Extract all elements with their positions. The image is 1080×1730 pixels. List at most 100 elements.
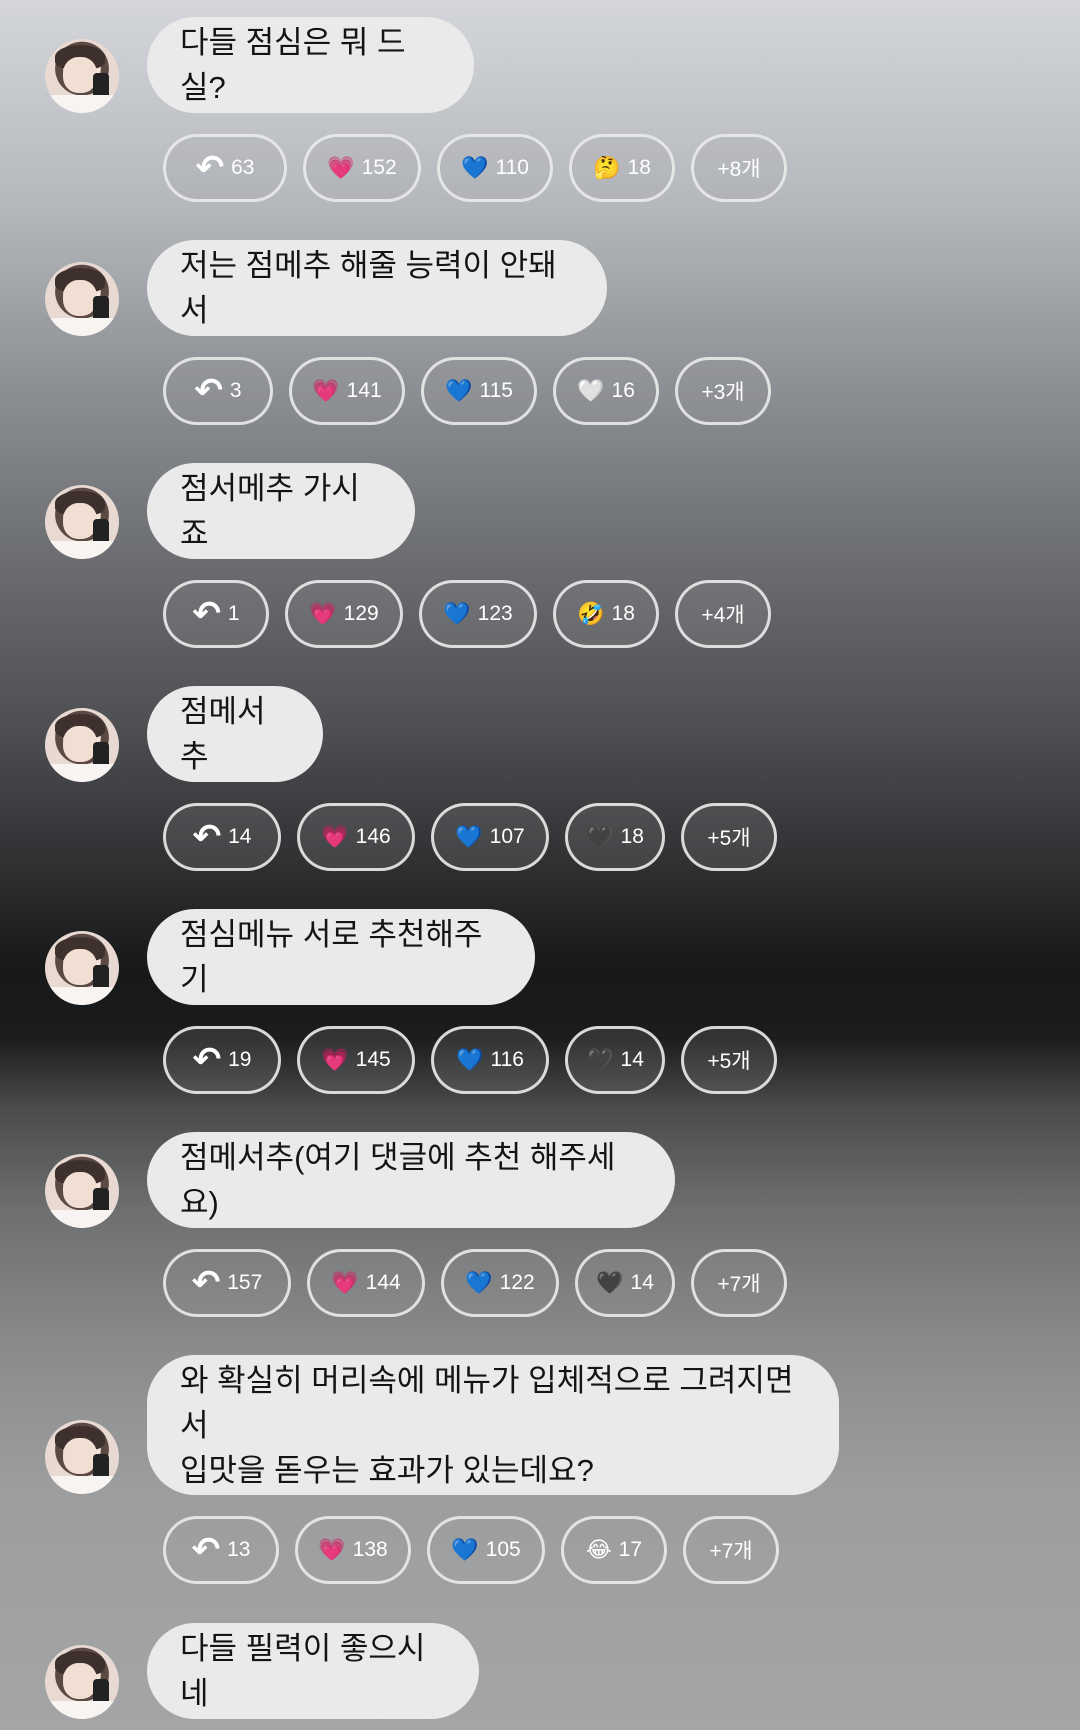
avatar[interactable]: [45, 262, 119, 336]
reaction-count: +7개: [709, 1540, 753, 1563]
reaction-count: 138: [352, 1538, 388, 1561]
reaction-button[interactable]: 💙 105: [427, 1516, 545, 1584]
blue-heart-icon: 💙: [456, 1047, 484, 1072]
reaction-count: 13: [227, 1538, 251, 1561]
reaction-count: +3개: [701, 381, 745, 404]
blue-heart-icon: 💙: [465, 1270, 493, 1295]
reply-icon: ↶: [192, 595, 221, 633]
reaction-count: +8개: [717, 158, 761, 181]
avatar-face: [63, 1172, 97, 1208]
reaction-row: ↶ 157 💗 144 💙 122 🖤 14 +7개: [163, 1249, 787, 1317]
reaction-count: 123: [477, 602, 513, 625]
thinking-face-icon: 🤔: [593, 155, 621, 180]
reaction-button[interactable]: 💗 146: [297, 803, 415, 871]
reply-button[interactable]: ↶ 63: [163, 134, 287, 202]
reaction-button[interactable]: 💗 129: [285, 580, 403, 648]
pink-heart-icon: 💗: [312, 378, 340, 403]
message-bubble[interactable]: 다들 점심은 뭐 드실?: [147, 17, 474, 113]
more-reactions-button[interactable]: +5개: [681, 1026, 777, 1094]
avatar[interactable]: [45, 1645, 119, 1719]
joy-face-icon: 😂: [585, 1537, 612, 1562]
message-bubble[interactable]: 점메서추(여기 댓글에 추천 해주세요): [147, 1132, 675, 1228]
reaction-row: ↶ 1 💗 129 💙 123 🤣 18 +4개: [163, 580, 771, 648]
reply-button[interactable]: ↶ 1: [163, 580, 269, 648]
reaction-count: 14: [228, 825, 252, 848]
black-heart-icon: 🖤: [596, 1270, 624, 1295]
reaction-count: 18: [627, 156, 651, 179]
reaction-button[interactable]: 💗 144: [307, 1249, 425, 1317]
reply-button[interactable]: ↶ 14: [163, 803, 281, 871]
pink-heart-icon: 💗: [321, 824, 349, 849]
reply-button[interactable]: ↶ 19: [163, 1026, 281, 1094]
reaction-button[interactable]: 🤍 16: [553, 357, 659, 425]
reaction-count: 19: [228, 1048, 252, 1071]
avatar-face: [63, 280, 97, 316]
avatar[interactable]: [45, 39, 119, 113]
pink-heart-icon: 💗: [331, 1270, 359, 1295]
reaction-count: 145: [355, 1048, 391, 1071]
reaction-button[interactable]: 🤔 18: [569, 134, 675, 202]
reaction-count: 152: [361, 156, 397, 179]
message-bubble[interactable]: 점서메추 가시죠: [147, 463, 415, 559]
reaction-button[interactable]: 💙 107: [431, 803, 549, 871]
reaction-count: +4개: [701, 604, 745, 627]
reaction-count: 115: [479, 379, 513, 402]
reaction-button[interactable]: 💙 122: [441, 1249, 559, 1317]
reply-icon: ↶: [191, 1531, 221, 1569]
reaction-button[interactable]: 😂 17: [561, 1516, 667, 1584]
avatar[interactable]: [45, 708, 119, 782]
message-text: 다들 필력이 좋으시네: [180, 1631, 426, 1711]
more-reactions-button[interactable]: +4개: [675, 580, 771, 648]
reply-button[interactable]: ↶ 13: [163, 1516, 279, 1584]
reply-icon: ↶: [194, 372, 223, 410]
avatar-shirt: [45, 1210, 119, 1228]
reply-button[interactable]: ↶ 3: [163, 357, 273, 425]
reaction-button[interactable]: 💙 115: [421, 357, 537, 425]
avatar[interactable]: [45, 485, 119, 559]
avatar[interactable]: [45, 931, 119, 1005]
more-reactions-button[interactable]: +3개: [675, 357, 771, 425]
avatar[interactable]: [45, 1154, 119, 1228]
avatar-shirt: [45, 318, 119, 336]
reaction-button[interactable]: 🤣 18: [553, 580, 659, 648]
reaction-count: 105: [485, 1538, 521, 1561]
reaction-count: 110: [495, 156, 529, 179]
reaction-button[interactable]: 💙 110: [437, 134, 553, 202]
avatar[interactable]: [45, 1420, 119, 1494]
message-bubble[interactable]: 점심메뉴 서로 추천해주기: [147, 909, 535, 1005]
reaction-count: +5개: [707, 1050, 751, 1073]
reaction-row: ↶ 19 💗 145 💙 116 🖤 14 +5개: [163, 1026, 777, 1094]
more-reactions-button[interactable]: +8개: [691, 134, 787, 202]
reaction-button[interactable]: 💗 145: [297, 1026, 415, 1094]
reaction-button[interactable]: 🖤 18: [565, 803, 665, 871]
reaction-button[interactable]: 💗 138: [295, 1516, 411, 1584]
reaction-button[interactable]: 🖤 14: [565, 1026, 665, 1094]
reaction-count: 17: [618, 1538, 643, 1561]
blue-heart-icon: 💙: [461, 155, 489, 180]
reply-button[interactable]: ↶ 157: [163, 1249, 291, 1317]
reaction-button[interactable]: 💗 141: [289, 357, 405, 425]
reaction-count: 144: [365, 1271, 401, 1294]
reaction-count: 3: [229, 379, 242, 402]
blue-heart-icon: 💙: [443, 601, 471, 626]
reaction-button[interactable]: 💗 152: [303, 134, 421, 202]
reaction-row: ↶ 13 💗 138 💙 105 😂 17 +7개: [163, 1516, 779, 1584]
blue-heart-icon: 💙: [455, 824, 483, 849]
message-bubble[interactable]: 점메서추: [147, 686, 323, 782]
reaction-button[interactable]: 💙 123: [419, 580, 537, 648]
avatar-face: [63, 1663, 97, 1699]
reply-icon: ↶: [192, 818, 222, 856]
message-text: 점메서추: [180, 694, 266, 774]
more-reactions-button[interactable]: +7개: [683, 1516, 779, 1584]
message-bubble[interactable]: 다들 필력이 좋으시네: [147, 1623, 479, 1719]
message-bubble[interactable]: 저는 점메추 해줄 능력이 안돼서: [147, 240, 607, 336]
blue-heart-icon: 💙: [445, 378, 473, 403]
reaction-button[interactable]: 🖤 14: [575, 1249, 675, 1317]
reaction-count: 14: [630, 1271, 654, 1294]
message-bubble[interactable]: 와 확실히 머리속에 메뉴가 입체적으로 그려지면서 입맛을 돋우는 효과가 있…: [147, 1355, 839, 1495]
message-feed: 다들 점심은 뭐 드실? ↶ 63 💗 152 💙 110 🤔 18 +8개저는 점메추 해줄 능…: [0, 0, 1080, 1730]
more-reactions-button[interactable]: +5개: [681, 803, 777, 871]
reaction-button[interactable]: 💙 116: [431, 1026, 549, 1094]
pink-heart-icon: 💗: [327, 155, 355, 180]
more-reactions-button[interactable]: +7개: [691, 1249, 787, 1317]
